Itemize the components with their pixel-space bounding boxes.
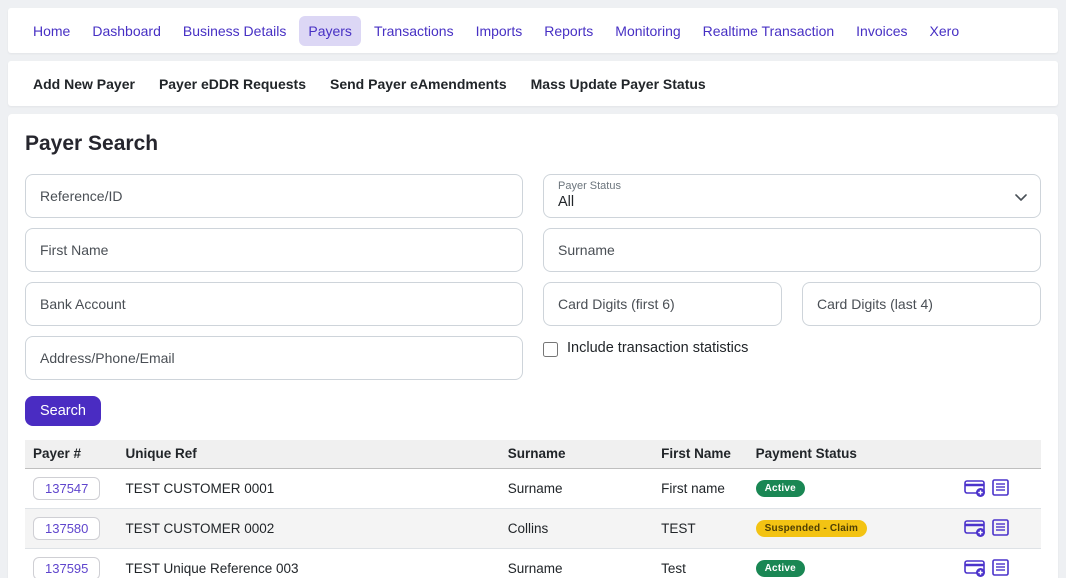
chevron-down-icon (1014, 190, 1028, 209)
reference-id-input[interactable] (25, 174, 523, 218)
bank-account-input[interactable] (25, 282, 523, 326)
payer-number-button[interactable]: 137595 (33, 557, 100, 578)
nav-item-reports[interactable]: Reports (535, 16, 602, 46)
table-row: 137580 TEST CUSTOMER 0002 Collins TEST S… (25, 508, 1041, 548)
nav-item-xero[interactable]: Xero (921, 16, 969, 46)
first-name-cell: Test (653, 548, 748, 578)
nav-item-realtime-transaction[interactable]: Realtime Transaction (694, 16, 844, 46)
column-header-payer-number: Payer # (25, 440, 117, 468)
first-name-input[interactable] (25, 228, 523, 272)
column-header-first-name: First Name (653, 440, 748, 468)
table-header-row: Payer # Unique Ref Surname First Name Pa… (25, 440, 1041, 468)
nav-item-imports[interactable]: Imports (467, 16, 532, 46)
status-badge: Suspended - Claim (756, 520, 867, 537)
address-phone-email-input[interactable] (25, 336, 523, 380)
include-statistics-option[interactable]: Include transaction statistics (543, 336, 1041, 380)
table-row: 137547 TEST CUSTOMER 0001 Surname First … (25, 468, 1041, 508)
surname-cell: Surname (500, 548, 653, 578)
details-list-icon[interactable] (991, 518, 1011, 538)
action-send-payer-eamendments[interactable]: Send Payer eAmendments (321, 69, 516, 99)
first-name-cell: First name (653, 468, 748, 508)
column-header-payment-status: Payment Status (748, 440, 956, 468)
action-payer-eddr-requests[interactable]: Payer eDDR Requests (150, 69, 315, 99)
top-navigation: Home Dashboard Business Details Payers T… (8, 8, 1058, 53)
unique-ref-cell: TEST Unique Reference 003 (117, 548, 499, 578)
table-row: 137595 TEST Unique Reference 003 Surname… (25, 548, 1041, 578)
card-digits-group (543, 282, 1041, 326)
card-digits-first6-input[interactable] (543, 282, 782, 326)
include-statistics-checkbox[interactable] (543, 342, 558, 357)
credit-card-add-icon[interactable] (964, 518, 986, 538)
search-button[interactable]: Search (25, 396, 101, 426)
payer-results-table: Payer # Unique Ref Surname First Name Pa… (25, 440, 1041, 578)
card-digits-last4-input[interactable] (802, 282, 1041, 326)
payer-status-select[interactable]: Payer Status All (543, 174, 1041, 218)
payer-search-card: Payer Search Payer Status All Include tr… (8, 114, 1058, 578)
surname-cell: Collins (500, 508, 653, 548)
column-header-unique-ref: Unique Ref (117, 440, 499, 468)
first-name-cell: TEST (653, 508, 748, 548)
nav-item-business-details[interactable]: Business Details (174, 16, 296, 46)
nav-item-monitoring[interactable]: Monitoring (606, 16, 689, 46)
surname-input[interactable] (543, 228, 1041, 272)
unique-ref-cell: TEST CUSTOMER 0002 (117, 508, 499, 548)
payer-number-button[interactable]: 137547 (33, 477, 100, 500)
surname-cell: Surname (500, 468, 653, 508)
payer-actions-navigation: Add New Payer Payer eDDR Requests Send P… (8, 61, 1058, 106)
payer-status-value: All (558, 194, 574, 210)
credit-card-add-icon[interactable] (964, 558, 986, 578)
column-header-actions (956, 440, 1041, 468)
payer-number-button[interactable]: 137580 (33, 517, 100, 540)
nav-item-transactions[interactable]: Transactions (365, 16, 463, 46)
nav-item-home[interactable]: Home (24, 16, 79, 46)
include-statistics-label: Include transaction statistics (567, 340, 748, 356)
nav-item-dashboard[interactable]: Dashboard (83, 16, 170, 46)
action-add-new-payer[interactable]: Add New Payer (24, 69, 144, 99)
nav-item-invoices[interactable]: Invoices (847, 16, 916, 46)
payer-status-label: Payer Status (558, 180, 1026, 193)
page-title: Payer Search (25, 132, 1041, 156)
unique-ref-cell: TEST CUSTOMER 0001 (117, 468, 499, 508)
column-header-surname: Surname (500, 440, 653, 468)
details-list-icon[interactable] (991, 478, 1011, 498)
nav-item-payers[interactable]: Payers (299, 16, 361, 46)
payer-search-form: Payer Status All Include transaction sta… (25, 174, 1041, 380)
details-list-icon[interactable] (991, 558, 1011, 578)
credit-card-add-icon[interactable] (964, 478, 986, 498)
status-badge: Active (756, 560, 805, 577)
status-badge: Active (756, 480, 805, 497)
action-mass-update-payer-status[interactable]: Mass Update Payer Status (522, 69, 715, 99)
